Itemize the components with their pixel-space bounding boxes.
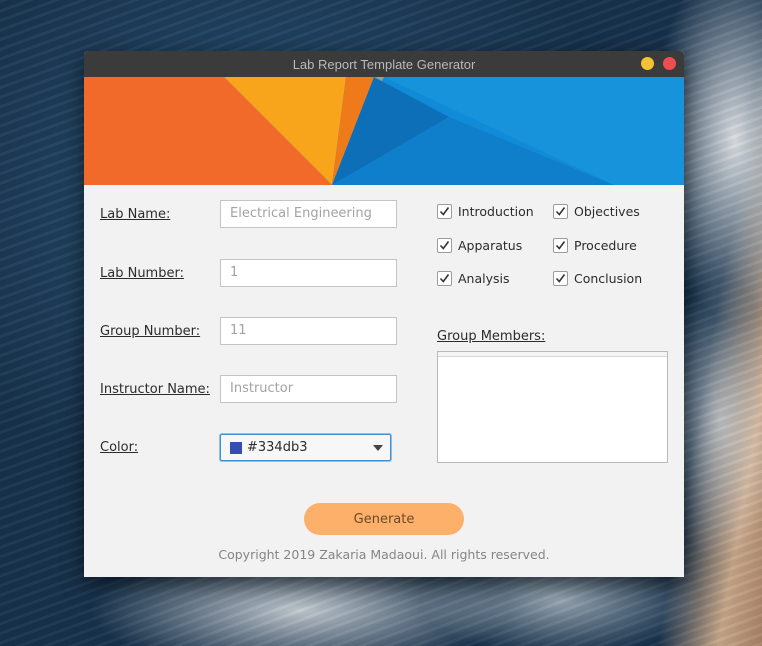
checkbox-apparatus[interactable]: Apparatus — [437, 238, 522, 253]
checkbox-conclusion-label: Conclusion — [574, 271, 643, 286]
app-window: Lab Report Template Generator Lab Name: … — [84, 51, 684, 577]
generate-button[interactable]: Generate — [304, 503, 464, 535]
checkbox-conclusion-box[interactable] — [553, 271, 568, 286]
lab-name-label: Lab Name: — [100, 207, 171, 222]
checkbox-objectives-label: Objectives — [574, 204, 640, 219]
instructor-name-input[interactable]: Instructor — [220, 375, 397, 403]
checkbox-analysis-label: Analysis — [458, 271, 510, 286]
report-form: Lab Name: Electrical Engineering Lab Num… — [84, 185, 684, 577]
instructor-name-label: Instructor Name: — [100, 382, 210, 397]
lab-number-label: Lab Number: — [100, 266, 184, 281]
checkbox-conclusion[interactable]: Conclusion — [553, 271, 642, 286]
color-swatch — [230, 441, 242, 454]
window-title: Lab Report Template Generator — [292, 56, 476, 72]
checkbox-analysis[interactable]: Analysis — [437, 271, 510, 286]
chevron-down-icon[interactable] — [373, 445, 383, 451]
checkbox-analysis-box[interactable] — [437, 271, 452, 286]
minimize-button[interactable] — [641, 57, 654, 70]
group-members-label: Group Members: — [437, 329, 546, 344]
lab-number-input[interactable]: 1 — [220, 259, 397, 287]
color-select[interactable]: #334db3 — [220, 434, 391, 461]
checkbox-introduction-label: Introduction — [458, 204, 534, 219]
lab-name-input[interactable]: Electrical Engineering — [220, 200, 397, 228]
title-bar[interactable]: Lab Report Template Generator — [84, 51, 684, 77]
copyright-text: Copyright 2019 Zakaria Madaoui. All righ… — [218, 547, 550, 562]
header-banner — [84, 77, 684, 185]
close-button[interactable] — [663, 57, 676, 70]
group-number-label: Group Number: — [100, 324, 201, 339]
checkbox-objectives[interactable]: Objectives — [553, 204, 640, 219]
color-select-value: #334db3 — [247, 440, 308, 455]
checkbox-apparatus-label: Apparatus — [458, 238, 523, 253]
color-label: Color: — [100, 440, 139, 455]
checkbox-introduction-box[interactable] — [437, 204, 452, 219]
checkbox-procedure-box[interactable] — [553, 238, 568, 253]
checkbox-procedure[interactable]: Procedure — [553, 238, 637, 253]
group-members-textarea[interactable] — [437, 351, 668, 463]
checkbox-procedure-label: Procedure — [574, 238, 637, 253]
checkbox-objectives-box[interactable] — [553, 204, 568, 219]
checkbox-introduction[interactable]: Introduction — [437, 204, 534, 219]
checkbox-apparatus-box[interactable] — [437, 238, 452, 253]
group-number-input[interactable]: 11 — [220, 317, 397, 345]
